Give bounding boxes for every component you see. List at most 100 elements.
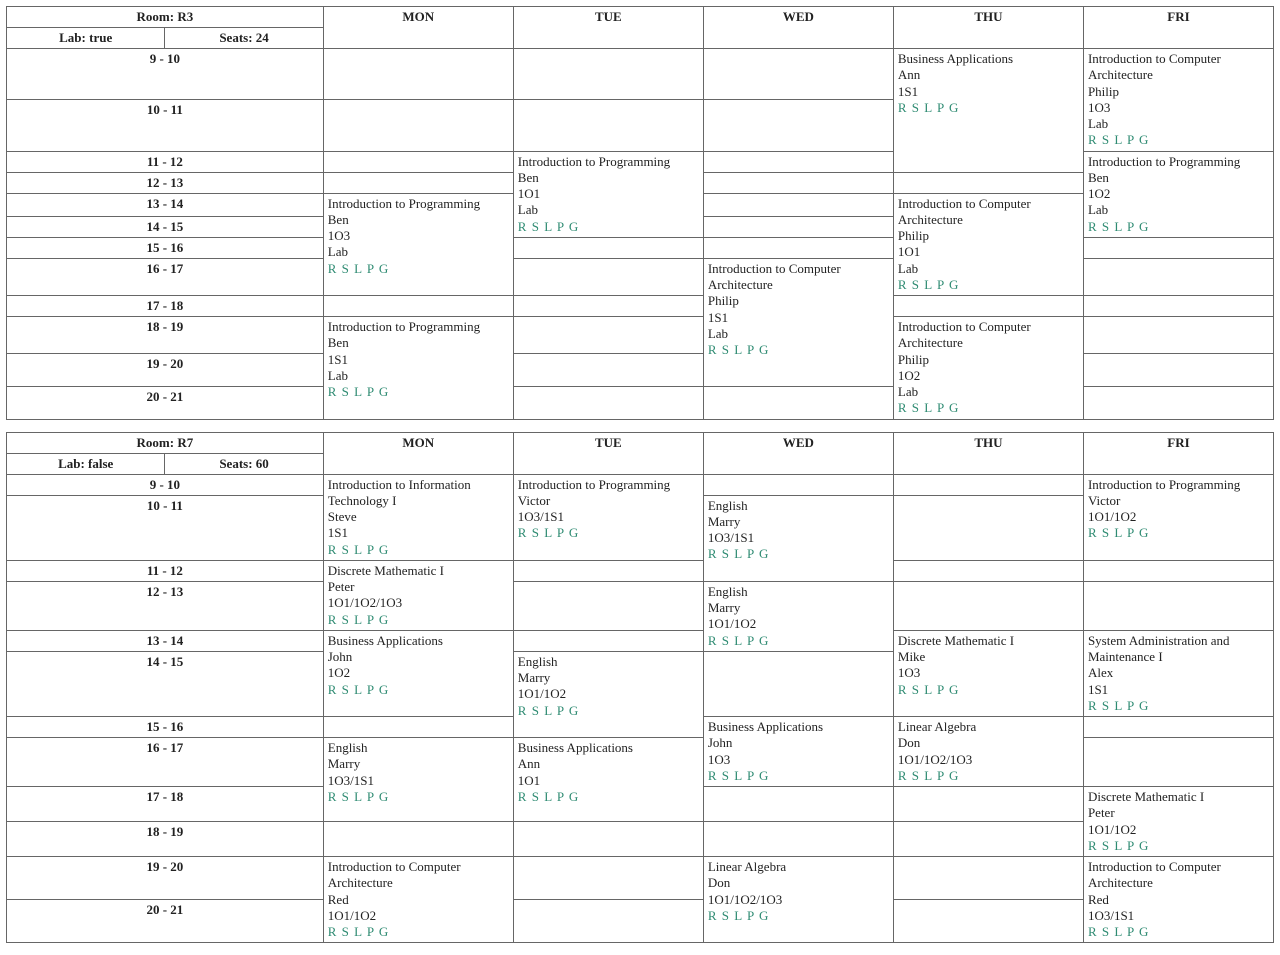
- course-cell[interactable]: Introduction to Computer ArchitecturePhi…: [1083, 49, 1273, 152]
- course-flags: R S L P G: [518, 703, 699, 719]
- empty-cell: [323, 822, 513, 857]
- empty-cell: [513, 296, 703, 317]
- day-header: MON: [323, 432, 513, 474]
- course-teacher: Red: [328, 892, 509, 908]
- course-title: Introduction to Computer Architecture: [1088, 51, 1269, 84]
- course-teacher: Ben: [1088, 170, 1269, 186]
- course-title: Introduction to Programming: [518, 154, 699, 170]
- course-title: English: [708, 584, 889, 600]
- empty-cell: [893, 857, 1083, 900]
- course-cell[interactable]: Introduction to ProgrammingBen1O1LabR S …: [513, 151, 703, 237]
- empty-cell: [323, 172, 513, 193]
- course-title: Introduction to Computer Architecture: [898, 196, 1079, 229]
- course-group: 1O1/1O2: [518, 686, 699, 702]
- course-teacher: Marry: [708, 514, 889, 530]
- course-cell[interactable]: Business ApplicationsJohn1O3R S L P G: [703, 717, 893, 787]
- course-flags: R S L P G: [898, 277, 1079, 293]
- course-title: Business Applications: [328, 633, 509, 649]
- empty-cell: [703, 787, 893, 822]
- room-lab: Lab: false: [7, 453, 165, 474]
- course-teacher: Ann: [518, 756, 699, 772]
- course-title: Introduction to Programming: [1088, 477, 1269, 493]
- course-cell[interactable]: Introduction to ProgrammingBen1S1LabR S …: [323, 317, 513, 420]
- day-header: FRI: [1083, 432, 1273, 474]
- course-cell[interactable]: EnglishMarry1O1/1O2R S L P G: [513, 651, 703, 737]
- empty-cell: [513, 258, 703, 295]
- time-slot: 14 - 15: [7, 216, 324, 237]
- empty-cell: [893, 495, 1083, 560]
- room-schedule: Room: R7MONTUEWEDTHUFRILab: falseSeats: …: [6, 432, 1274, 944]
- course-cell[interactable]: EnglishMarry1O1/1O2R S L P G: [703, 581, 893, 651]
- time-slot: 15 - 16: [7, 237, 324, 258]
- course-extra: Lab: [708, 326, 889, 342]
- day-header: WED: [703, 7, 893, 49]
- course-group: 1O1: [518, 186, 699, 202]
- course-title: English: [708, 498, 889, 514]
- day-header: FRI: [1083, 7, 1273, 49]
- course-group: 1O3: [1088, 100, 1269, 116]
- day-header: MON: [323, 7, 513, 49]
- course-group: 1S1: [708, 310, 889, 326]
- course-cell[interactable]: Introduction to Information Technology I…: [323, 474, 513, 560]
- room-name: Room: R7: [7, 432, 324, 453]
- course-cell[interactable]: Introduction to Computer ArchitecturePhi…: [703, 258, 893, 386]
- empty-cell: [323, 151, 513, 172]
- time-slot: 9 - 10: [7, 474, 324, 495]
- course-flags: R S L P G: [328, 924, 509, 940]
- course-extra: Lab: [518, 202, 699, 218]
- course-cell[interactable]: Business ApplicationsAnn1S1R S L P G: [893, 49, 1083, 173]
- course-extra: Lab: [1088, 202, 1269, 218]
- course-cell[interactable]: Introduction to ProgrammingVictor1O3/1S1…: [513, 474, 703, 560]
- empty-cell: [323, 100, 513, 151]
- empty-cell: [703, 216, 893, 237]
- course-cell[interactable]: Introduction to ProgrammingBen1O3LabR S …: [323, 193, 513, 296]
- course-cell[interactable]: Introduction to Computer ArchitecturePhi…: [893, 317, 1083, 420]
- course-flags: R S L P G: [328, 612, 509, 628]
- course-teacher: Victor: [518, 493, 699, 509]
- course-cell[interactable]: Business ApplicationsJohn1O2R S L P G: [323, 630, 513, 716]
- day-header: WED: [703, 432, 893, 474]
- course-teacher: John: [708, 735, 889, 751]
- time-slot: 11 - 12: [7, 151, 324, 172]
- empty-cell: [703, 474, 893, 495]
- course-teacher: Steve: [328, 509, 509, 525]
- course-cell[interactable]: Discrete Mathematic IMike1O3R S L P G: [893, 630, 1083, 716]
- empty-cell: [323, 717, 513, 738]
- course-teacher: Ben: [328, 212, 509, 228]
- course-group: 1O1: [518, 773, 699, 789]
- course-cell[interactable]: Introduction to Computer ArchitectureRed…: [323, 857, 513, 943]
- empty-cell: [1083, 317, 1273, 354]
- course-cell[interactable]: Introduction to ProgrammingBen1O2LabR S …: [1083, 151, 1273, 237]
- time-slot: 9 - 10: [7, 49, 324, 100]
- course-flags: R S L P G: [518, 789, 699, 805]
- course-flags: R S L P G: [708, 768, 889, 784]
- course-cell[interactable]: EnglishMarry1O3/1S1R S L P G: [323, 738, 513, 822]
- empty-cell: [513, 237, 703, 258]
- course-cell[interactable]: EnglishMarry1O3/1S1R S L P G: [703, 495, 893, 581]
- course-cell[interactable]: Introduction to Computer ArchitectureRed…: [1083, 857, 1273, 943]
- empty-cell: [513, 560, 703, 581]
- course-cell[interactable]: System Administration and Maintenance IA…: [1083, 630, 1273, 716]
- empty-cell: [1083, 258, 1273, 295]
- empty-cell: [1083, 237, 1273, 258]
- course-cell[interactable]: Linear AlgebraDon1O1/1O2/1O3R S L P G: [893, 717, 1083, 787]
- course-cell[interactable]: Introduction to Computer ArchitecturePhi…: [893, 193, 1083, 296]
- course-cell[interactable]: Discrete Mathematic IPeter1O1/1O2R S L P…: [1083, 787, 1273, 857]
- course-title: Introduction to Computer Architecture: [328, 859, 509, 892]
- course-group: 1O3/1S1: [1088, 908, 1269, 924]
- course-title: Introduction to Information Technology I: [328, 477, 509, 510]
- course-extra: Lab: [1088, 116, 1269, 132]
- course-group: 1O1/1O2: [1088, 509, 1269, 525]
- course-teacher: Peter: [1088, 805, 1269, 821]
- course-group: 1O3/1S1: [518, 509, 699, 525]
- course-group: 1O3/1S1: [708, 530, 889, 546]
- course-cell[interactable]: Linear AlgebraDon1O1/1O2/1O3R S L P G: [703, 857, 893, 943]
- course-cell[interactable]: Business ApplicationsAnn1O1R S L P G: [513, 738, 703, 822]
- time-slot: 16 - 17: [7, 258, 324, 295]
- course-cell[interactable]: Introduction to ProgrammingVictor1O1/1O2…: [1083, 474, 1273, 560]
- course-cell[interactable]: Discrete Mathematic IPeter1O1/1O2/1O3R S…: [323, 560, 513, 630]
- course-group: 1O1: [898, 244, 1079, 260]
- course-teacher: John: [328, 649, 509, 665]
- course-flags: R S L P G: [328, 789, 509, 805]
- course-title: Linear Algebra: [898, 719, 1079, 735]
